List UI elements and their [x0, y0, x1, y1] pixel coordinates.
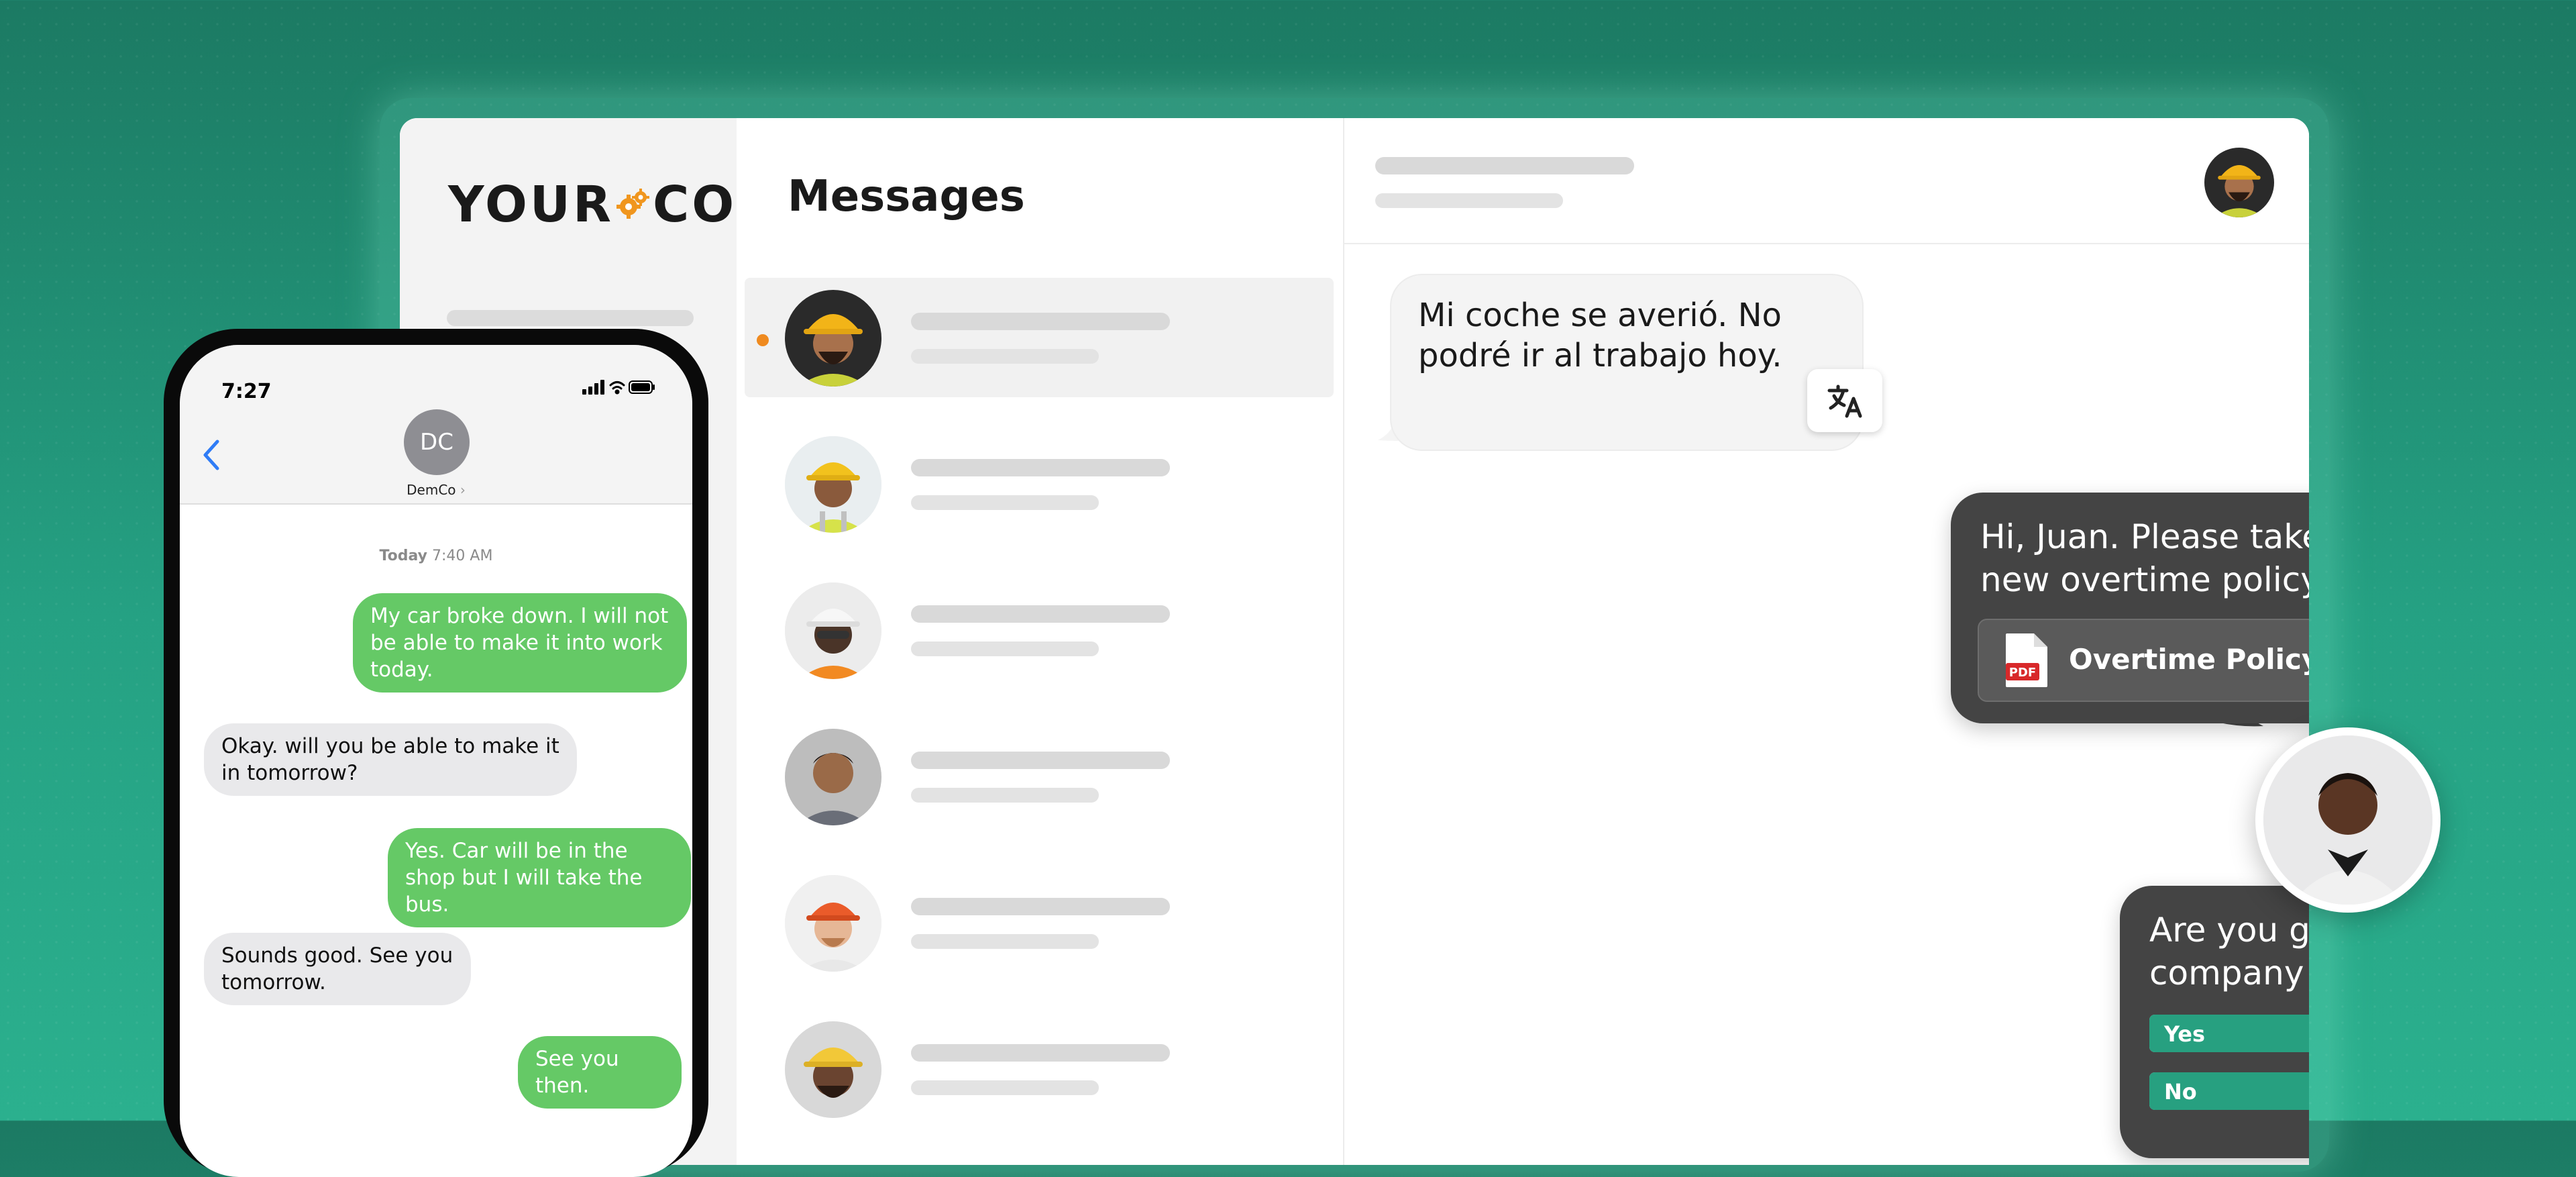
worker-yellow-hardhat-beard-avatar: [785, 1021, 881, 1118]
pdf-file-icon: PDF: [2006, 633, 2047, 687]
conversation-preview-placeholder: [911, 1080, 1099, 1095]
translate-icon: [1827, 385, 1862, 418]
conversation-list-panel: Messages: [737, 118, 1343, 1165]
phone-status-bar: 7:27: [180, 345, 692, 409]
received-message-bubble: Okay. will you be able to make it in tom…: [204, 723, 577, 796]
poll-message-bubble: Are you going to attend the company even…: [2120, 886, 2309, 1158]
status-time: 7:27: [221, 380, 272, 403]
worker-yellow-hardhat-avatar: [785, 290, 881, 387]
translate-button[interactable]: [1807, 369, 1882, 432]
conversation-item[interactable]: [745, 570, 1334, 690]
attachment-file-name: Overtime Policy.pdf: [2069, 643, 2309, 676]
conversation-name-placeholder: [911, 1044, 1170, 1062]
conversation-preview-placeholder: [911, 788, 1099, 803]
poll-option-no[interactable]: No: [2149, 1072, 2309, 1110]
conversation-item[interactable]: [745, 863, 1334, 982]
logo-text-right: CO: [652, 176, 737, 234]
conversation-item[interactable]: [745, 278, 1334, 397]
sender-avatar: [2255, 727, 2440, 913]
pdf-icon-label: PDF: [2009, 666, 2036, 680]
chat-contact-status-placeholder: [1375, 193, 1563, 208]
unread-dot: [757, 334, 769, 346]
phone-screen: 7:27 DC DemCo › Today 7:40 AM My car bro…: [180, 345, 692, 1177]
pdf-attachment[interactable]: PDF Overtime Policy.pdf: [1978, 619, 2309, 702]
company-logo[interactable]: YOUR CO: [448, 176, 737, 234]
phone-device: 7:27 DC DemCo › Today 7:40 AM My car bro…: [164, 329, 708, 1177]
chat-contact-name-placeholder: [1375, 157, 1634, 174]
status-icons: [582, 377, 656, 400]
conversation-item[interactable]: [745, 717, 1334, 836]
conversation-name-placeholder: [911, 313, 1170, 330]
chevron-right-icon: ›: [460, 482, 466, 498]
conversation-preview-placeholder: [911, 642, 1099, 656]
contact-name[interactable]: DemCo ›: [180, 482, 692, 498]
poll-question: Are you going to attend the company even…: [2149, 911, 2309, 992]
conversation-preview-placeholder: [911, 495, 1099, 510]
sent-message-bubble: Yes. Car will be in the shop but I will …: [388, 828, 691, 927]
conversation-name-placeholder: [911, 459, 1170, 476]
contact-name-text: DemCo: [407, 482, 456, 498]
conversation-name-placeholder: [911, 898, 1170, 915]
conversation-preview-placeholder: [911, 934, 1099, 949]
received-message-bubble: Sounds good. See you tomorrow.: [204, 933, 471, 1005]
conversation-item[interactable]: [745, 1009, 1334, 1129]
poll-option-label: No: [2164, 1079, 2197, 1105]
logo-text-left: YOUR: [448, 176, 614, 234]
battery-icon: [629, 380, 655, 394]
worker-yellow-hardhat-vest-avatar: [785, 436, 881, 533]
messages-title: Messages: [788, 172, 1025, 221]
timestamp-time: 7:40 AM: [432, 548, 493, 564]
gears-icon: [616, 189, 649, 219]
poll-option-label: Yes: [2164, 1021, 2205, 1047]
contact-initials-avatar[interactable]: DC: [404, 409, 470, 475]
conversation-name-placeholder: [911, 605, 1170, 623]
signal-icon: [582, 380, 604, 395]
phone-contact-header: DC DemCo ›: [180, 409, 692, 505]
chevron-left-icon[interactable]: [199, 436, 225, 474]
chat-panel: Mi coche se averió. No podré ir al traba…: [1343, 118, 2309, 1165]
conversation-preview-placeholder: [911, 349, 1099, 364]
conversation-item[interactable]: [745, 424, 1334, 544]
timestamp-day: Today: [379, 548, 428, 564]
poll-option-yes[interactable]: Yes: [2149, 1015, 2309, 1052]
worker-red-hardhat-avatar: [785, 875, 881, 972]
worker-smiling-avatar: [785, 729, 881, 825]
outgoing-message-bubble: Hi, Juan. Please take a look at our new …: [1951, 493, 2309, 723]
message-timestamp: Today 7:40 AM: [180, 548, 692, 564]
sidebar-nav-placeholder[interactable]: [447, 310, 694, 326]
contact-avatar[interactable]: [2204, 148, 2274, 217]
outgoing-message-text: Hi, Juan. Please take a look at our new …: [1980, 517, 2309, 599]
incoming-message-bubble: Mi coche se averió. No podré ir al traba…: [1390, 274, 1882, 451]
sent-message-bubble: See you then.: [518, 1036, 682, 1109]
sent-message-bubble: My car broke down. I will not be able to…: [353, 593, 687, 693]
conversation-name-placeholder: [911, 752, 1170, 769]
chat-header: [1344, 118, 2309, 244]
wifi-icon: [609, 381, 625, 395]
incoming-message-text: Mi coche se averió. No podré ir al traba…: [1418, 297, 1782, 374]
worker-white-hardhat-avatar: [785, 582, 881, 679]
